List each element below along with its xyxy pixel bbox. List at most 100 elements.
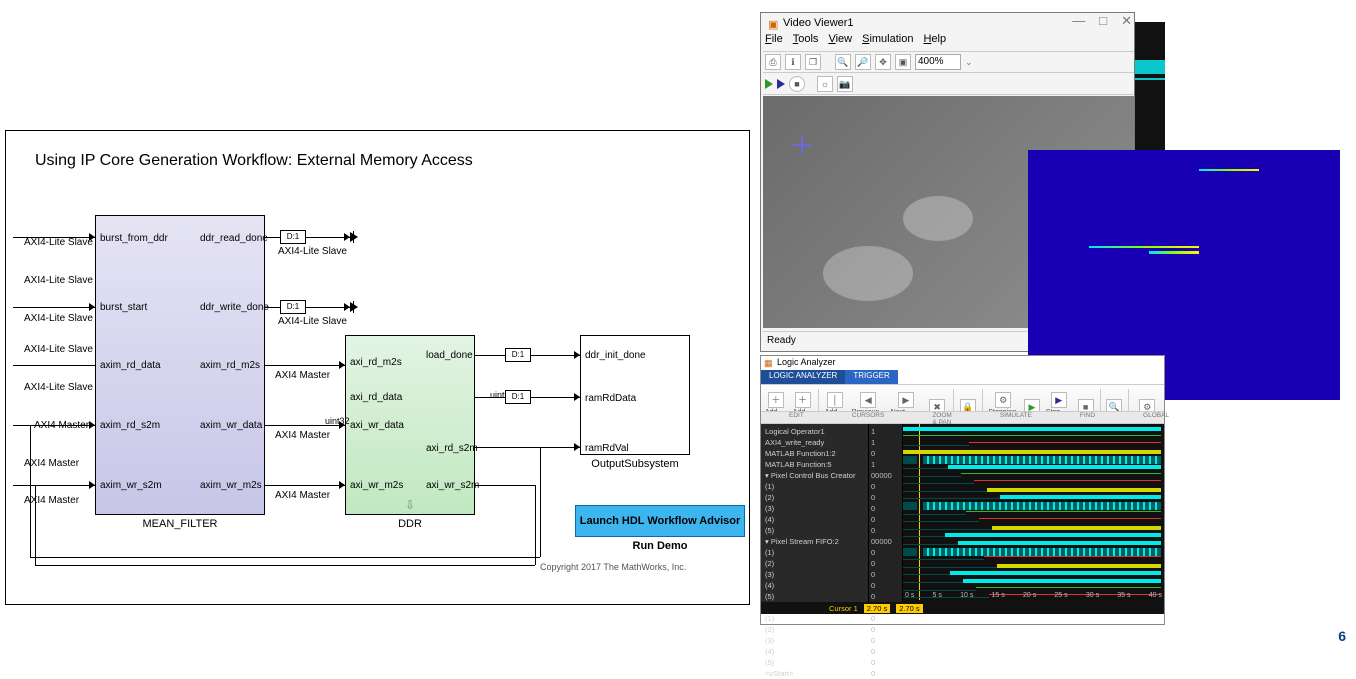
signal-value: 0 — [871, 613, 900, 624]
port-axi-rd-data: axi_rd_data — [350, 392, 402, 403]
delay-1[interactable]: D:1 — [280, 230, 306, 244]
label-slave-r1: AXI4-Lite Slave — [278, 246, 347, 257]
zoom-level-field[interactable]: 400% — [915, 54, 961, 70]
signal-row[interactable]: (2) — [765, 624, 864, 635]
background-dark-strip — [1135, 78, 1165, 80]
add-group-icon[interactable]: ＋ — [795, 392, 811, 408]
ribbon-group-edit: EDIT — [789, 412, 804, 423]
signal-row[interactable]: MATLAB Function1:2 — [765, 448, 864, 459]
label-slave-3: AXI4-Lite Slave — [24, 313, 93, 324]
menu-tools[interactable]: Tools — [793, 33, 819, 51]
logic-analyzer-ribbon: ＋Add Divider ＋Add Group │Add Cursor ◀Pre… — [761, 384, 1164, 424]
signal-row[interactable]: (4) — [765, 514, 864, 525]
video-blob — [823, 246, 913, 301]
time-tick: 0 s — [905, 592, 914, 602]
close-icon[interactable]: ✕ — [1121, 13, 1132, 33]
signal-row[interactable]: (5) — [765, 525, 864, 536]
tab-logic-analyzer[interactable]: LOGIC ANALYZER — [761, 370, 845, 384]
signal-row[interactable]: MATLAB Function:5 — [765, 459, 864, 470]
menu-view[interactable]: View — [828, 33, 852, 51]
video-viewer-play-toolbar: ■ ☼ 📷 — [763, 73, 1134, 95]
minimize-icon[interactable]: — — [1072, 13, 1085, 33]
label-master-r1: AXI4 Master — [275, 370, 330, 381]
video-blob — [903, 196, 973, 241]
signal-name-column[interactable]: Logical Operator1AXI4_write_readyMATLAB … — [761, 424, 869, 614]
fit-icon[interactable]: ▣ — [895, 54, 911, 70]
add-cursor-icon[interactable]: │ — [827, 392, 843, 408]
ribbon-group-find: FIND — [1080, 412, 1095, 423]
next-transition-icon[interactable]: ▶ — [898, 392, 914, 408]
signal-value: 0 — [871, 481, 900, 492]
delay-3[interactable]: D:1 — [505, 348, 531, 362]
stop-icon[interactable]: ■ — [789, 76, 805, 92]
run-demo-label: Run Demo — [575, 540, 745, 552]
signal-row[interactable]: (2) — [765, 558, 864, 569]
signal-row[interactable]: ▾ Pixel Control Bus Creator — [765, 470, 864, 481]
signal-row[interactable]: (1) — [765, 613, 864, 624]
signal-row[interactable]: (3) — [765, 569, 864, 580]
signal-value-column: 11010000000000000000000000000000000 — [869, 424, 903, 614]
signal-value: 00000 — [871, 470, 900, 481]
ribbon-group-zoom: ZOOM & PAN — [932, 412, 952, 423]
zoom-in-icon[interactable]: 🔍 — [835, 54, 851, 70]
maximize-icon[interactable]: □ — [1099, 13, 1107, 33]
signal-value: 1 — [871, 459, 900, 470]
launch-hdl-workflow-advisor-button[interactable]: Launch HDL Workflow Advisor — [575, 505, 745, 537]
label-slave-2: AXI4-Lite Slave — [24, 275, 93, 286]
step-icon[interactable] — [777, 79, 785, 89]
signal-row[interactable]: (1) — [765, 547, 864, 558]
snapshot-icon[interactable]: 📷 — [837, 76, 853, 92]
port-axi-rd-m2s: axi_rd_m2s — [350, 357, 402, 368]
tab-trigger[interactable]: TRIGGER — [845, 370, 897, 384]
time-tick: 15 s — [992, 592, 1005, 602]
stepping-options-icon[interactable]: ⚙ — [995, 392, 1011, 408]
signal-row[interactable]: Logical Operator1 — [765, 426, 864, 437]
menu-help[interactable]: Help — [923, 33, 946, 51]
port-axi-wr-s2m: axi_wr_s2m — [426, 480, 471, 491]
signal-value: 0 — [871, 514, 900, 525]
status-ready: Ready — [767, 335, 796, 346]
port-ramrdval: ramRdVal — [585, 443, 629, 454]
signal-row[interactable]: (2) — [765, 492, 864, 503]
signal-row[interactable]: (4) — [765, 580, 864, 591]
time-tick: 5 s — [933, 592, 942, 602]
port-ddr-write-done: ddr_write_done — [200, 302, 260, 313]
prev-transition-icon[interactable]: ◀ — [860, 392, 876, 408]
menu-file[interactable]: File — [765, 33, 783, 51]
label-master-3: AXI4 Master — [24, 495, 79, 506]
pan-icon[interactable]: ✥ — [875, 54, 891, 70]
signal-row[interactable]: (3) — [765, 503, 864, 514]
info-icon[interactable]: ℹ — [785, 54, 801, 70]
signal-row[interactable]: (1) — [765, 481, 864, 492]
play-icon[interactable] — [765, 79, 773, 89]
time-axis: 0 s5 s10 s15 s20 s25 s30 s35 s40 s — [903, 592, 1164, 602]
chevron-down-icon[interactable]: ⌄ — [965, 57, 973, 68]
signal-value: 0 — [871, 569, 900, 580]
menu-simulation[interactable]: Simulation — [862, 33, 913, 51]
highlight-icon[interactable]: ☼ — [817, 76, 833, 92]
print-icon[interactable]: ⎙ — [765, 54, 781, 70]
label-slave-1: AXI4-Lite Slave — [24, 237, 93, 248]
delay-4[interactable]: D:1 — [505, 390, 531, 404]
delay-2[interactable]: D:1 — [280, 300, 306, 314]
cursor-t2: 2.70 s — [896, 604, 922, 613]
signal-row[interactable]: AXI4_write_ready — [765, 437, 864, 448]
zoom-out-icon[interactable]: 🔎 — [855, 54, 871, 70]
signal-value: 0 — [871, 525, 900, 536]
waveform-area[interactable] — [903, 424, 1164, 614]
logic-analyzer-title: Logic Analyzer — [761, 356, 1164, 370]
port-axim-wr-data: axim_wr_data — [200, 420, 260, 431]
signal-row[interactable]: (5) — [765, 591, 864, 602]
video-viewer-toolbar: ⎙ ℹ ❐ 🔍 🔎 ✥ ▣ 400% ⌄ — [763, 51, 1134, 73]
mean-filter-caption: MEAN_FILTER — [95, 518, 265, 530]
signal-row[interactable]: (3) — [765, 635, 864, 646]
video-viewer-menu[interactable]: File Tools View Simulation Help — [765, 33, 946, 51]
new-window-icon[interactable]: ❐ — [805, 54, 821, 70]
signal-value: 1 — [871, 437, 900, 448]
cursor-readout: Cursor 1 2.70 s 2.70 s — [761, 602, 1164, 614]
add-divider-icon[interactable]: ＋ — [768, 392, 784, 408]
signal-row[interactable]: <vStart> — [765, 668, 864, 679]
signal-row[interactable]: (5) — [765, 657, 864, 668]
step-forward-icon[interactable]: ▶ — [1051, 392, 1067, 408]
signal-row[interactable]: ▾ Pixel Stream FIFO:2 — [765, 536, 864, 547]
